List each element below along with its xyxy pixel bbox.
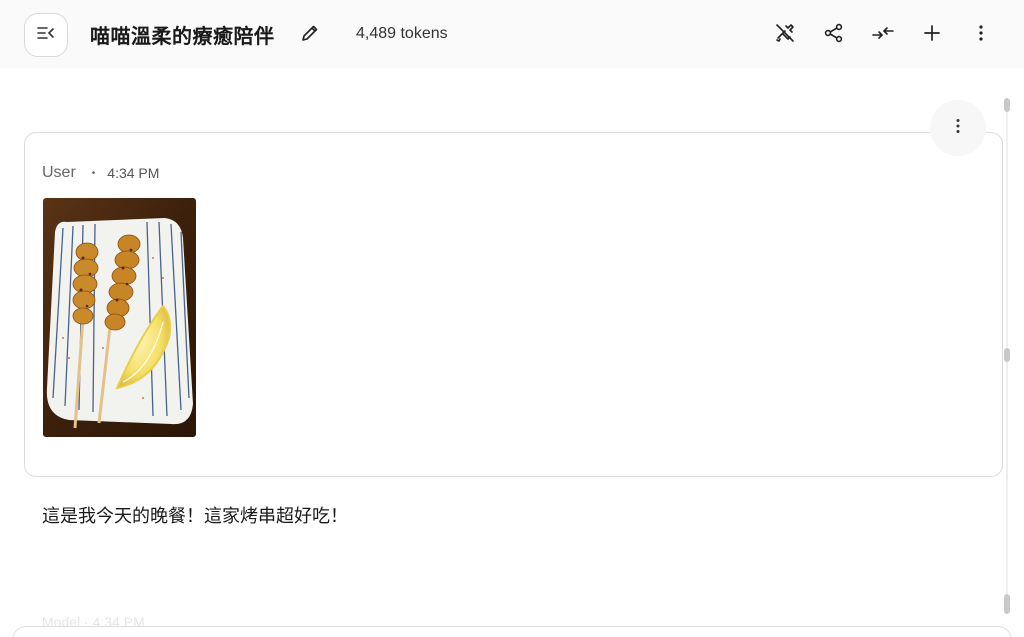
share-icon	[823, 22, 845, 49]
more-options-button[interactable]	[968, 22, 994, 48]
message-author: User	[42, 164, 76, 181]
pencil-icon	[300, 23, 320, 48]
chat-title: 喵喵溫柔的療癒陪伴	[90, 24, 275, 48]
message-meta: User • 4:34 PM	[42, 164, 159, 182]
tools-off-icon	[774, 22, 796, 49]
chat-history[interactable]: User • 4:34 PM 這是我今天的晚餐！這家烤串超好吃！ Model ·…	[0, 68, 1024, 637]
skewer-photo-image	[43, 198, 196, 437]
plus-icon	[922, 23, 942, 48]
attached-photo[interactable]	[43, 198, 196, 437]
scrollbar-marker[interactable]	[1004, 348, 1010, 362]
scrollbar-thumb[interactable]	[1004, 594, 1010, 614]
menu-collapse-icon	[36, 23, 56, 48]
scrollbar-marker[interactable]	[1004, 98, 1010, 112]
share-button[interactable]	[821, 22, 847, 48]
chat-scrollbar[interactable]	[1002, 96, 1012, 616]
edit-title-button[interactable]	[298, 23, 322, 47]
meta-separator: •	[91, 167, 96, 179]
tools-toggle-button[interactable]	[772, 22, 798, 48]
chat-app: 喵喵溫柔的療癒陪伴 4,489 tokens User • 4:34 PM 這是…	[0, 0, 1024, 637]
message-options-button[interactable]	[930, 100, 986, 156]
token-count: 4,489 tokens	[356, 25, 448, 42]
sidebar-toggle-button[interactable]	[24, 13, 68, 57]
collapse-arrows-icon	[871, 22, 895, 49]
message-time: 4:34 PM	[107, 165, 160, 181]
user-message-text: 這是我今天的晚餐！這家烤串超好吃！	[42, 506, 348, 527]
prompt-input-area[interactable]	[12, 626, 1012, 637]
top-bar: 喵喵溫柔的療癒陪伴 4,489 tokens	[0, 0, 1024, 68]
more-vertical-icon	[949, 117, 967, 140]
more-vertical-icon	[971, 23, 991, 48]
compare-button[interactable]	[870, 22, 896, 48]
new-chat-button[interactable]	[919, 22, 945, 48]
